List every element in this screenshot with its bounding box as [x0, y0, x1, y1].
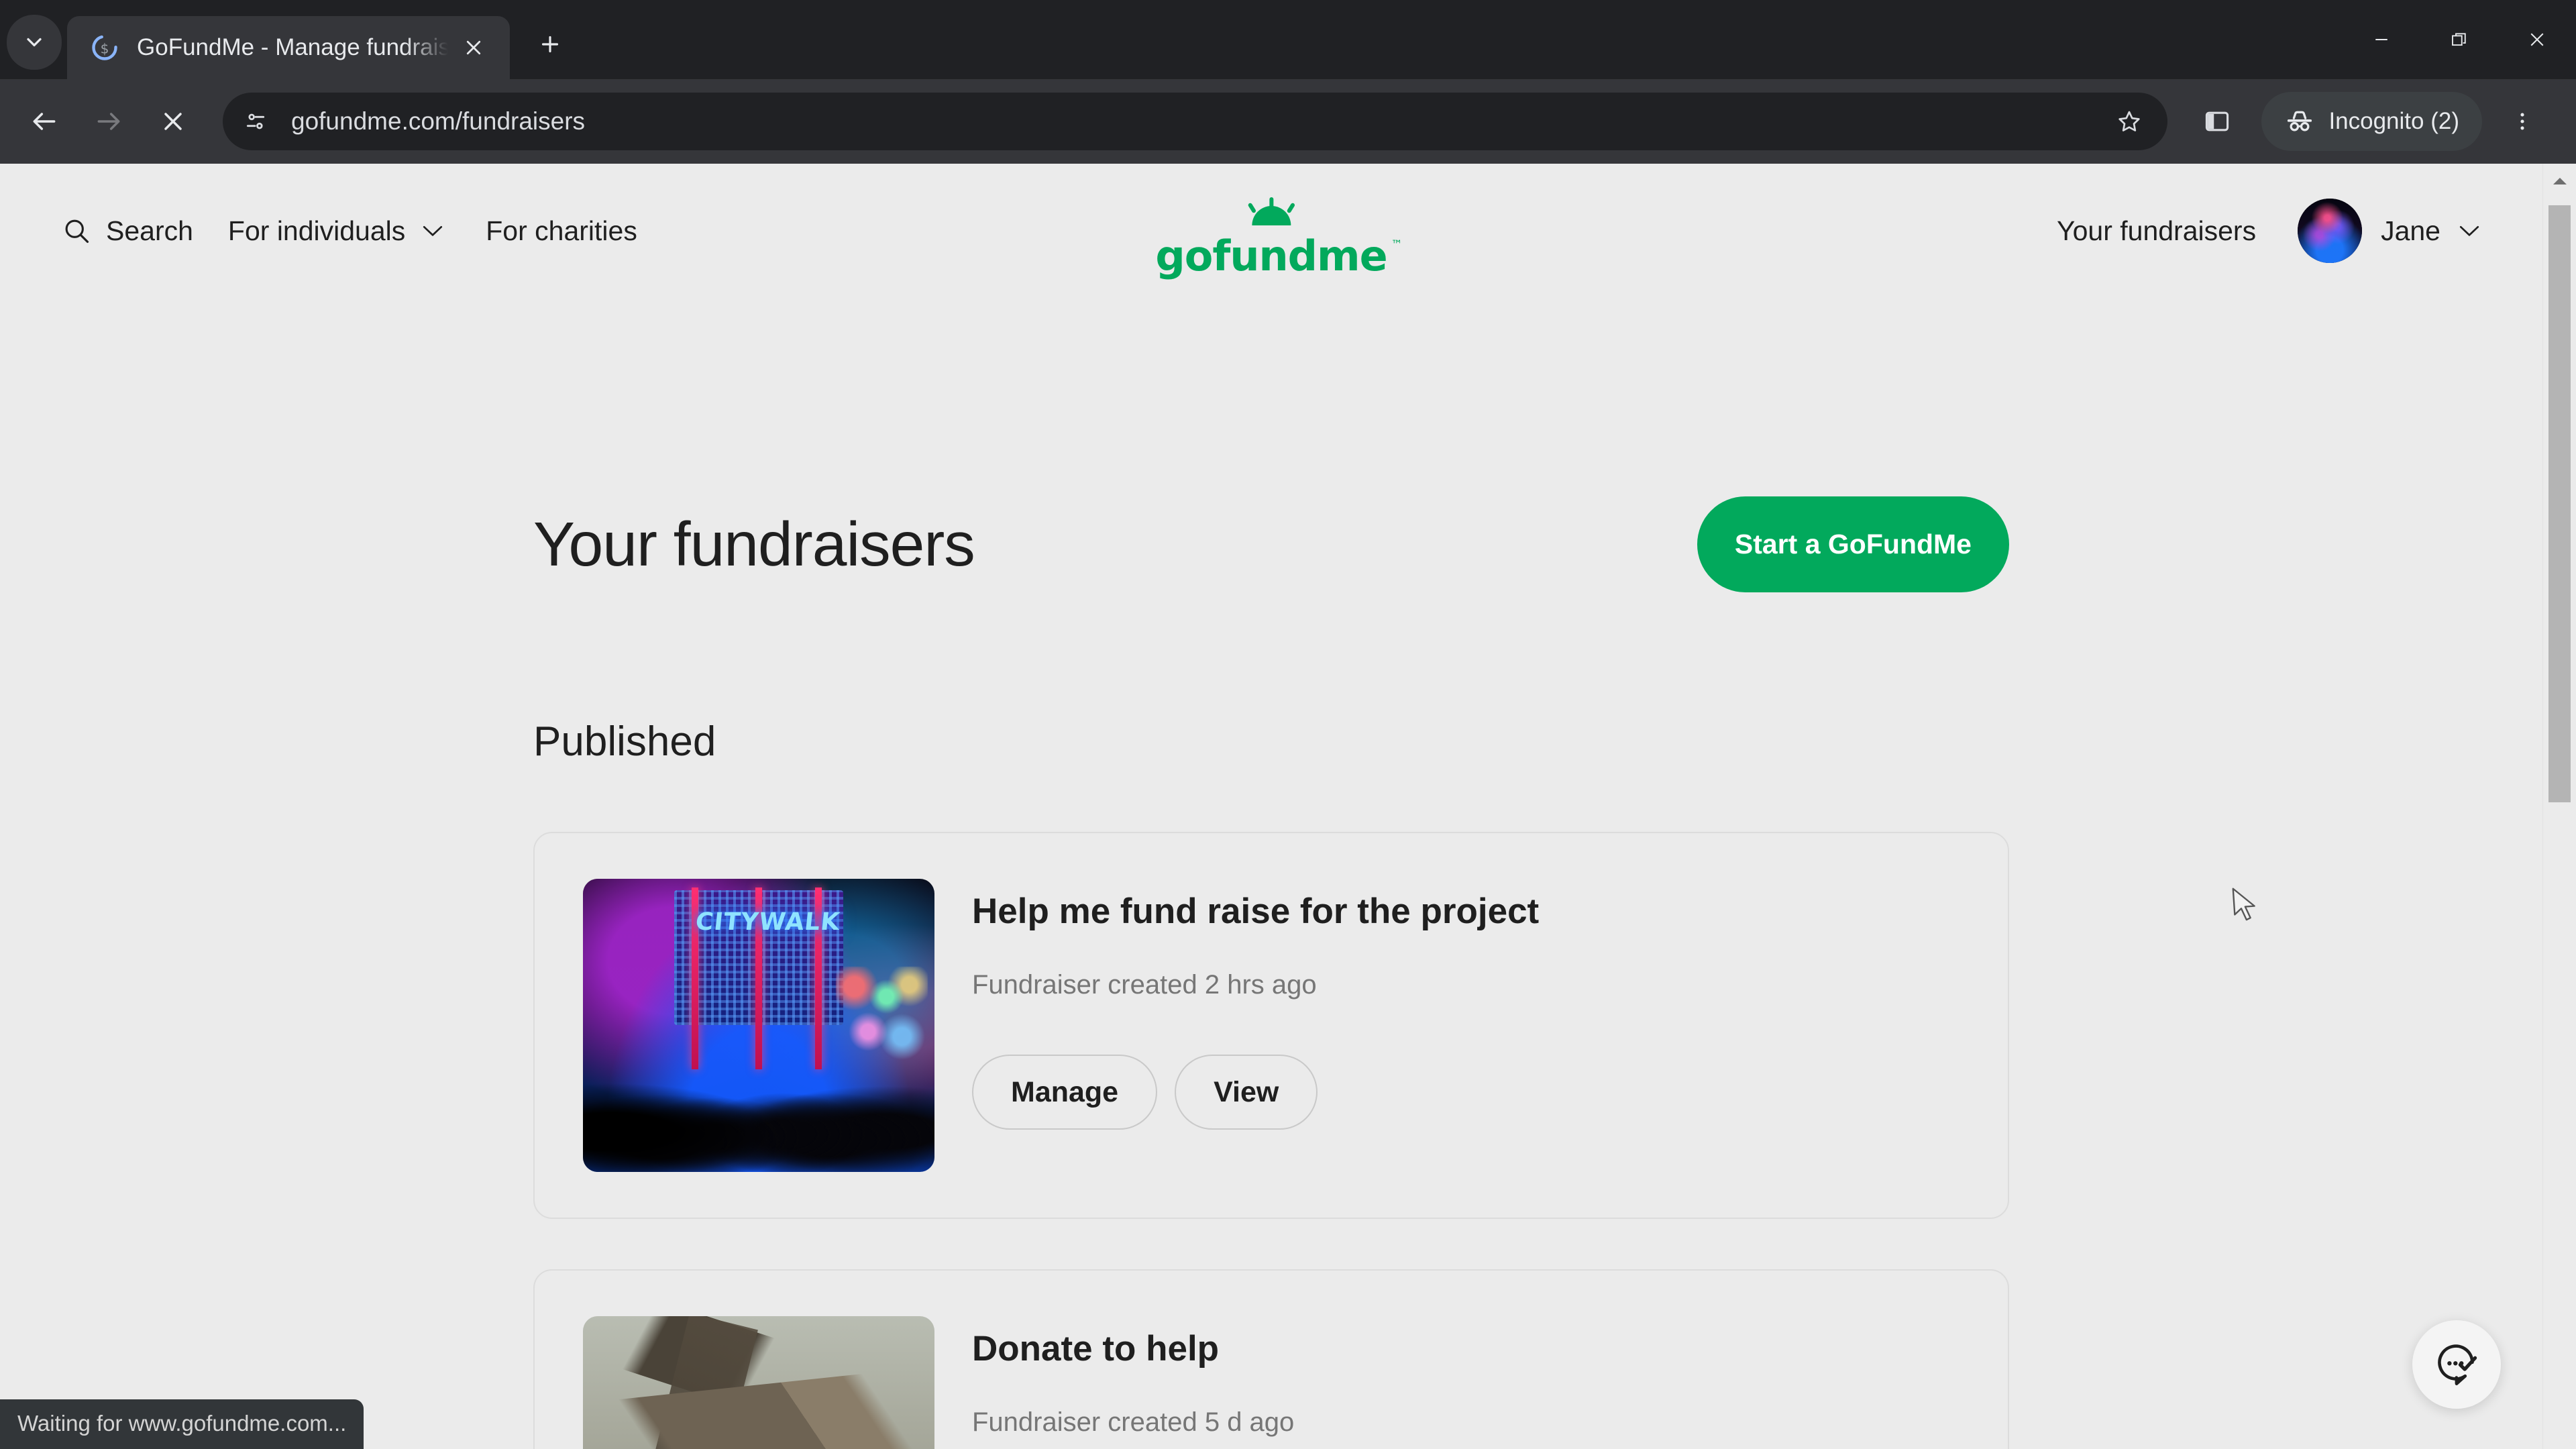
chevron-down-icon: [27, 38, 42, 47]
back-button[interactable]: [12, 89, 76, 154]
page-header: Your fundraisers Start a GoFundMe: [533, 496, 2009, 592]
avatar[interactable]: [2298, 199, 2363, 263]
site-settings-button[interactable]: [232, 98, 279, 145]
close-window-button[interactable]: [2498, 0, 2576, 79]
fundraiser-title: Help me fund raise for the project: [972, 892, 1540, 931]
citywalk-sign: CITYWALK: [694, 908, 842, 936]
gofundme-loading-icon: $: [90, 33, 119, 62]
gofundme-page: Search For individuals For charities gof…: [0, 164, 2542, 1449]
gofundme-logo[interactable]: gofundme ™: [1155, 196, 1403, 277]
side-panel-button[interactable]: [2185, 89, 2249, 154]
crowd-silhouettes: [583, 1036, 934, 1172]
scrollbar-track[interactable]: [2543, 199, 2576, 1449]
tab-close-button[interactable]: [455, 29, 492, 66]
new-tab-button[interactable]: [525, 19, 576, 70]
scroll-up-button[interactable]: [2543, 164, 2576, 199]
nav-search-label: Search: [106, 215, 193, 246]
nav-for-charities-label: For charities: [486, 215, 637, 246]
tab-search-button[interactable]: [7, 15, 62, 70]
fundraiser-actions: Manage View: [972, 1055, 1960, 1130]
fundraiser-created-meta: Fundraiser created 5 d ago: [972, 1407, 1295, 1437]
fundraiser-details: Donate to help Fundraiser created 5 d ag…: [972, 1316, 1960, 1449]
chevron-down-icon: [421, 223, 444, 238]
scrollbar-thumb[interactable]: [2548, 205, 2571, 802]
close-icon: [466, 40, 481, 55]
forward-arrow-icon: [97, 113, 120, 130]
gofundme-wordmark: gofundme ™: [1155, 235, 1402, 277]
fundraiser-details: Help me fund raise for the project Fundr…: [972, 879, 1960, 1130]
incognito-icon: [2288, 111, 2312, 131]
stop-loading-icon: [164, 113, 182, 130]
page-viewport: Search For individuals For charities gof…: [0, 164, 2576, 1449]
three-dot-menu-icon: [2520, 113, 2524, 130]
back-arrow-icon: [33, 113, 56, 130]
chat-check-icon: [2438, 1344, 2477, 1386]
star-outline-icon: [2118, 111, 2141, 131]
forward-button[interactable]: [76, 89, 141, 154]
support-chat-button[interactable]: [2412, 1320, 2501, 1409]
manage-button[interactable]: Manage: [972, 1055, 1158, 1130]
browser-window: $ GoFundMe - Manage fundraise gofundme.c…: [0, 0, 2576, 1449]
browser-tab[interactable]: $ GoFundMe - Manage fundraise: [67, 16, 510, 79]
minimize-window-button[interactable]: [2343, 0, 2420, 79]
nav-for-charities[interactable]: For charities: [486, 215, 637, 247]
nav-for-individuals[interactable]: For individuals: [228, 215, 444, 247]
primary-nav: Search For individuals For charities: [62, 215, 637, 247]
minimize-icon: [2375, 39, 2387, 40]
logo-text: gofundme: [1155, 231, 1387, 280]
sunrise-icon: [1232, 196, 1311, 234]
page-scrollbar[interactable]: [2542, 164, 2576, 1449]
fundraiser-card[interactable]: CITYWALK Help me fund raise for the proj…: [533, 832, 2009, 1219]
user-menu-button[interactable]: [2458, 223, 2481, 238]
site-settings-tune-icon: [246, 113, 265, 129]
fundraiser-card[interactable]: Donate to help Fundraiser created 5 d ag…: [533, 1269, 2009, 1449]
page-title: Your fundraisers: [533, 509, 975, 579]
main-content: Your fundraisers Start a GoFundMe Publis…: [533, 496, 2009, 1449]
nav-search[interactable]: Search: [62, 215, 193, 247]
avatar-image: [2298, 199, 2363, 263]
section-title-published: Published: [533, 718, 716, 765]
bookmark-button[interactable]: [2106, 98, 2153, 145]
user-nav: Your fundraisers Jane: [2057, 199, 2481, 263]
close-icon: [2530, 33, 2544, 46]
view-button[interactable]: View: [1175, 1055, 1318, 1130]
url-text: gofundme.com/fundraisers: [291, 107, 586, 135]
incognito-label: Incognito (2): [2328, 108, 2459, 134]
citywalk-night-photo: CITYWALK: [583, 879, 934, 1172]
tab-strip: $ GoFundMe - Manage fundraise: [0, 0, 2576, 79]
fundraiser-thumbnail[interactable]: CITYWALK: [583, 879, 934, 1172]
side-panel-icon: [2206, 111, 2229, 131]
restore-window-button[interactable]: [2420, 0, 2498, 79]
tab-title: GoFundMe - Manage fundraise: [137, 34, 448, 60]
nav-your-fundraisers[interactable]: Your fundraisers: [2057, 215, 2256, 247]
site-header: Search For individuals For charities gof…: [0, 164, 2542, 298]
nav-for-individuals-label: For individuals: [227, 215, 406, 246]
scroll-up-arrow-icon: [2553, 178, 2567, 184]
user-name[interactable]: Jane: [2381, 215, 2440, 247]
wooden-ramp-photo: [583, 1316, 934, 1449]
fundraiser-thumbnail[interactable]: [583, 1316, 934, 1449]
svg-text:$: $: [101, 40, 109, 56]
incognito-indicator[interactable]: Incognito (2): [2261, 92, 2482, 151]
trademark-symbol: ™: [1391, 238, 1403, 252]
browser-toolbar: gofundme.com/fundraisers Incognito (2): [0, 79, 2576, 164]
stop-loading-button[interactable]: [141, 89, 205, 154]
fundraiser-created-meta: Fundraiser created 2 hrs ago: [972, 970, 1317, 1000]
chevron-down-icon: [2459, 225, 2479, 236]
address-bar[interactable]: gofundme.com/fundraisers: [223, 93, 2168, 150]
address-bar-actions: [2106, 98, 2153, 145]
plus-icon: [541, 36, 559, 53]
browser-menu-button[interactable]: [2491, 91, 2553, 152]
fundraiser-title: Donate to help: [972, 1329, 1220, 1368]
restore-icon: [2452, 33, 2466, 46]
window-controls: [2343, 0, 2576, 79]
status-bubble: Waiting for www.gofundme.com...: [0, 1399, 364, 1449]
start-a-gofundme-button[interactable]: Start a GoFundMe: [1697, 496, 2009, 592]
search-icon: [65, 219, 89, 244]
